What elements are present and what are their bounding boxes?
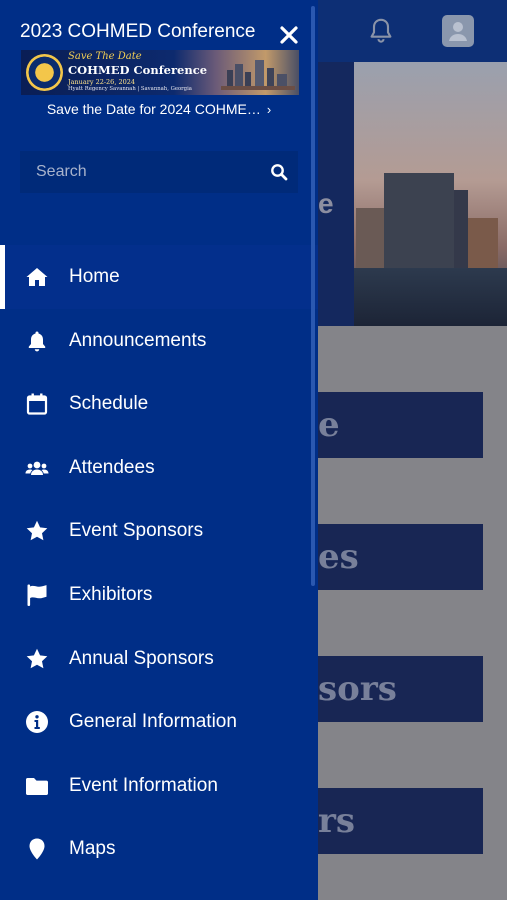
chevron-right-icon: › bbox=[266, 102, 272, 117]
conference-seal-logo bbox=[26, 54, 63, 91]
bell-icon bbox=[28, 331, 46, 351]
star-icon bbox=[26, 648, 48, 668]
save-the-date-link[interactable]: Save the Date for 2024 COHME… › bbox=[0, 101, 318, 117]
star-icon bbox=[26, 521, 48, 541]
banner-dates: January 22-26, 2024 bbox=[68, 78, 135, 86]
menu-item-event-information[interactable]: Event Information bbox=[0, 754, 318, 818]
search-icon[interactable] bbox=[270, 163, 288, 181]
menu-item-label: Maps bbox=[69, 838, 116, 860]
info-icon bbox=[26, 711, 48, 734]
skyline-image bbox=[221, 60, 295, 90]
menu-item-maps[interactable]: Maps bbox=[0, 817, 318, 881]
user-icon bbox=[449, 22, 467, 41]
save-the-date-banner[interactable]: Save The Date COHMED Conference January … bbox=[21, 50, 299, 95]
menu-item-announcements[interactable]: Announcements bbox=[0, 309, 318, 373]
menu-item-home[interactable]: Home bbox=[0, 245, 318, 309]
menu-item-label: Home bbox=[69, 266, 120, 287]
drawer-scrollbar[interactable] bbox=[311, 6, 315, 586]
search-box[interactable] bbox=[20, 151, 298, 193]
menu-item-attendees[interactable]: Attendees bbox=[0, 436, 318, 500]
menu-item-label: Attendees bbox=[69, 456, 155, 478]
calendar-icon bbox=[26, 393, 48, 415]
folder-icon bbox=[26, 777, 48, 795]
hero-image: e bbox=[318, 62, 507, 326]
background-tile: e bbox=[318, 392, 483, 458]
menu-item-general-information[interactable]: General Information bbox=[0, 690, 318, 754]
drawer-title: 2023 COHMED Conference bbox=[20, 21, 256, 42]
banner-venue: Hyatt Regency Savannah | Savannah, Georg… bbox=[68, 86, 192, 92]
banner-conference-name: COHMED Conference bbox=[68, 63, 208, 77]
home-icon bbox=[26, 268, 48, 286]
menu-item-label: Annual Sponsors bbox=[69, 647, 214, 669]
hero-text-fragment: e bbox=[318, 188, 334, 219]
menu-item-schedule[interactable]: Schedule bbox=[0, 372, 318, 436]
banner-save-the-date: Save The Date bbox=[68, 51, 142, 62]
users-icon bbox=[25, 461, 49, 475]
flag-icon bbox=[27, 584, 47, 606]
background-tile: rs bbox=[318, 788, 483, 854]
menu-item-label: Schedule bbox=[69, 393, 149, 415]
map-pin-icon bbox=[29, 838, 45, 860]
navigation-drawer: 2023 COHMED Conference Save The Date COH… bbox=[0, 0, 318, 900]
menu-item-annual-sponsors[interactable]: Annual Sponsors bbox=[0, 627, 318, 691]
search-input[interactable] bbox=[36, 151, 256, 193]
menu-item-label: General Information bbox=[69, 711, 237, 733]
menu-item-label: Announcements bbox=[69, 329, 207, 351]
menu-item-exhibitors[interactable]: Exhibitors bbox=[0, 563, 318, 627]
background-tile: sors bbox=[318, 656, 483, 722]
drawer-menu: Home Announcements Schedule Attendees Ev… bbox=[0, 245, 318, 881]
menu-item-label: Exhibitors bbox=[69, 583, 153, 605]
notifications-icon[interactable] bbox=[366, 16, 396, 46]
menu-item-label: Event Information bbox=[69, 774, 218, 796]
menu-item-label: Event Sponsors bbox=[69, 520, 204, 542]
menu-item-event-sponsors[interactable]: Event Sponsors bbox=[0, 499, 318, 563]
background-tile: es bbox=[318, 524, 483, 590]
close-icon[interactable] bbox=[278, 24, 300, 46]
banner-link-label: Save the Date for 2024 COHME… bbox=[46, 101, 261, 117]
profile-avatar[interactable] bbox=[442, 15, 474, 47]
